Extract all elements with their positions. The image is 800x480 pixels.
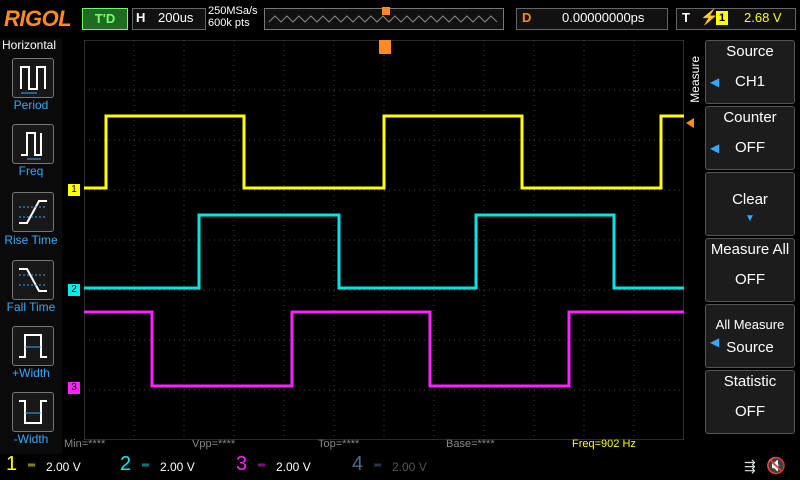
freq-label: Freq [18, 164, 44, 178]
timebase-label: H [136, 10, 146, 25]
statistic-value: OFF [735, 403, 765, 420]
trigger-level-marker[interactable] [686, 118, 694, 128]
pos-width-icon [19, 334, 47, 358]
clear-button[interactable]: Clear ▼ [705, 172, 795, 236]
channel-4-info[interactable]: 4 ═ 2.00 V [352, 453, 460, 478]
neg-width-label: -Width [13, 432, 49, 446]
source-button[interactable]: Source ◀ CH1 [705, 40, 795, 104]
channel-1-number: 1 [6, 453, 18, 475]
measurement-readouts: Min=**** Vpp=**** Top=**** Base=**** Fre… [62, 438, 682, 452]
channel-1-marker[interactable]: 1 [68, 184, 80, 196]
clear-label: Clear [732, 191, 768, 208]
min-readout: Min=**** [64, 438, 106, 450]
delay-value: 0.00000000ps [562, 10, 645, 25]
waveform-display[interactable] [84, 40, 684, 440]
trigger-position-marker [382, 7, 390, 15]
statistic-label: Statistic [723, 373, 777, 390]
period-icon [20, 66, 46, 94]
counter-value: OFF [735, 139, 765, 156]
sample-rate: 250MSa/s [208, 5, 258, 17]
rise-time-button[interactable] [12, 192, 54, 232]
fall-time-icon [19, 268, 47, 292]
neg-width-icon [19, 400, 47, 424]
neg-width-button[interactable] [12, 392, 54, 432]
dc-coupling-icon: ═ [258, 460, 266, 471]
pos-width-label: +Width [12, 366, 50, 380]
timebase-value: 200us [158, 10, 194, 25]
channel-3-number: 3 [236, 453, 248, 475]
channel-2-number: 2 [120, 453, 132, 475]
usb-icon: ⇶ [744, 458, 756, 474]
freq-readout: Freq=902 Hz [572, 438, 636, 450]
all-measure-source-button[interactable]: All Measure ◀ Source [705, 304, 795, 368]
channel-4-number: 4 [352, 453, 364, 475]
base-readout: Base=**** [446, 438, 495, 450]
trigger-label: T [682, 10, 690, 25]
brand-logo: RIGOL [4, 6, 72, 31]
trigger-time-marker[interactable] [379, 40, 391, 54]
period-button[interactable] [12, 58, 54, 98]
measure-all-value: OFF [735, 271, 765, 288]
dc-coupling-icon: ═ [142, 460, 150, 471]
counter-button[interactable]: Counter ◀ OFF [705, 106, 795, 170]
chevron-down-icon: ▼ [745, 213, 755, 224]
memory-depth: 600k pts [208, 17, 250, 29]
trigger-level: 2.68 V [744, 10, 782, 25]
trigger-source: 1 [716, 11, 728, 25]
statistic-button[interactable]: Statistic OFF [705, 370, 795, 434]
channel-2-marker[interactable]: 2 [68, 284, 80, 296]
acquisition-info: 250MSa/s 600k pts [208, 5, 258, 29]
measure-menu-title: Measure [688, 56, 702, 103]
channel-2-scale: 2.00 V [160, 460, 195, 474]
dc-coupling-icon: ═ [374, 460, 382, 471]
channel-1-info[interactable]: 1 ═ 2.00 V [6, 453, 114, 478]
top-readout: Top=**** [318, 438, 360, 450]
all-measure-value: Source [726, 339, 774, 356]
source-label: Source [726, 43, 774, 60]
fall-time-button[interactable] [12, 260, 54, 300]
pos-width-button[interactable] [12, 326, 54, 366]
channel-3-marker[interactable]: 3 [68, 382, 80, 394]
measure-all-label: Measure All [710, 241, 790, 258]
rise-time-icon [19, 200, 47, 224]
channel-2-info[interactable]: 2 ═ 2.00 V [120, 453, 228, 478]
freq-button[interactable] [12, 124, 54, 164]
trigger-status-badge: T'D [82, 8, 128, 30]
fall-time-label: Fall Time [6, 300, 56, 314]
speaker-muted-icon[interactable]: 🔇 [766, 456, 786, 476]
period-label: Period [13, 98, 49, 112]
vpp-readout: Vpp=**** [192, 438, 236, 450]
measure-all-button[interactable]: Measure All OFF [705, 238, 795, 302]
channel-3-scale: 2.00 V [276, 460, 311, 474]
channel-4-scale: 2.00 V [392, 460, 427, 474]
dc-coupling-icon: ═ [28, 460, 36, 471]
channel-3-info[interactable]: 3 ═ 2.00 V [236, 453, 344, 478]
channel-1-scale: 2.00 V [46, 460, 81, 474]
source-value: CH1 [734, 73, 765, 90]
counter-label: Counter [723, 109, 777, 126]
rise-time-label: Rise Time [4, 233, 58, 247]
panel-title: Horizontal [2, 38, 57, 52]
freq-icon [21, 132, 42, 160]
all-measure-label: All Measure [715, 317, 785, 332]
delay-label: D [522, 10, 532, 25]
